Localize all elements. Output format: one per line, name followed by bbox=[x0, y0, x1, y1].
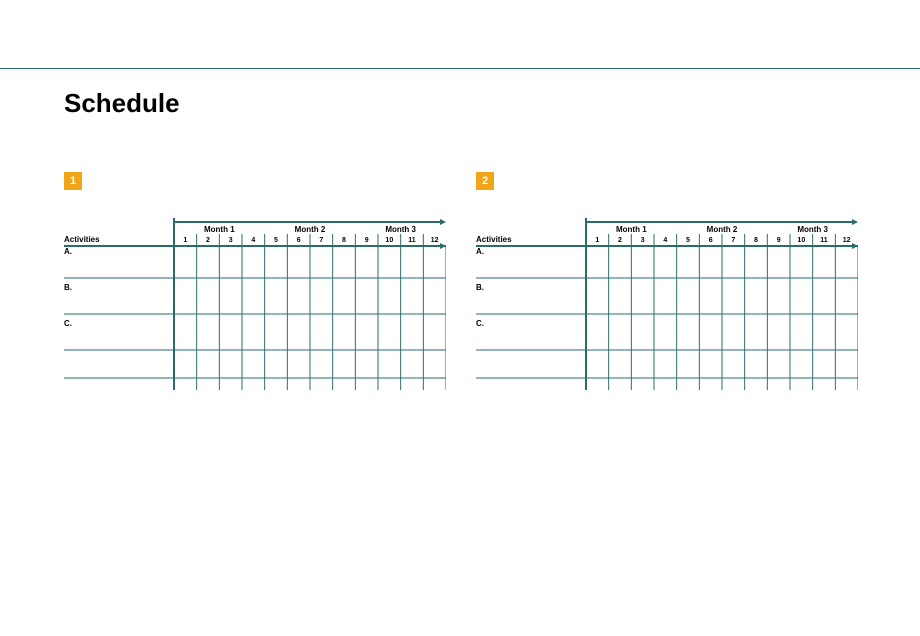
week-label: 10 bbox=[797, 237, 805, 244]
gantt-svg: Month 1Month 2Month 3123456789101112Acti… bbox=[64, 218, 446, 390]
week-label: 7 bbox=[319, 237, 323, 244]
activity-row-label: C. bbox=[476, 319, 484, 328]
week-label: 3 bbox=[641, 237, 645, 244]
week-label: 4 bbox=[251, 237, 255, 244]
week-label: 11 bbox=[408, 237, 416, 244]
week-label: 8 bbox=[754, 237, 758, 244]
gantt-chart-1: Month 1Month 2Month 3123456789101112Acti… bbox=[64, 218, 446, 390]
axis-label-activities: Activities bbox=[64, 235, 100, 244]
week-label: 8 bbox=[342, 237, 346, 244]
week-label: 2 bbox=[206, 237, 210, 244]
week-label: 11 bbox=[820, 237, 828, 244]
page: Schedule 1 2 Month 1Month 2Month 3123456… bbox=[0, 0, 920, 636]
activity-row-label: B. bbox=[476, 283, 484, 292]
month-label: Month 1 bbox=[616, 225, 647, 234]
week-label: 9 bbox=[365, 237, 369, 244]
week-label: 2 bbox=[618, 237, 622, 244]
axis-label-activities: Activities bbox=[476, 235, 512, 244]
week-label: 12 bbox=[431, 237, 439, 244]
week-label: 5 bbox=[686, 237, 690, 244]
week-label: 10 bbox=[385, 237, 393, 244]
activity-row-label: A. bbox=[64, 247, 72, 256]
page-title: Schedule bbox=[64, 88, 180, 119]
week-label: 4 bbox=[663, 237, 667, 244]
gantt-chart-2: Month 1Month 2Month 3123456789101112Acti… bbox=[476, 218, 858, 390]
week-label: 3 bbox=[229, 237, 233, 244]
month-label: Month 1 bbox=[204, 225, 235, 234]
week-label: 12 bbox=[843, 237, 851, 244]
week-label: 6 bbox=[297, 237, 301, 244]
week-label: 9 bbox=[777, 237, 781, 244]
week-label: 7 bbox=[731, 237, 735, 244]
activity-row-label: A. bbox=[476, 247, 484, 256]
gantt-svg: Month 1Month 2Month 3123456789101112Acti… bbox=[476, 218, 858, 390]
month-label: Month 2 bbox=[295, 225, 326, 234]
month-label: Month 3 bbox=[797, 225, 828, 234]
activity-row-label: C. bbox=[64, 319, 72, 328]
month-label: Month 2 bbox=[707, 225, 738, 234]
week-label: 1 bbox=[595, 237, 599, 244]
activity-row-label: B. bbox=[64, 283, 72, 292]
week-label: 5 bbox=[274, 237, 278, 244]
badge-1: 1 bbox=[64, 172, 82, 190]
month-label: Month 3 bbox=[385, 225, 416, 234]
horizontal-rule bbox=[0, 68, 920, 69]
week-label: 6 bbox=[709, 237, 713, 244]
week-label: 1 bbox=[183, 237, 187, 244]
badge-2: 2 bbox=[476, 172, 494, 190]
